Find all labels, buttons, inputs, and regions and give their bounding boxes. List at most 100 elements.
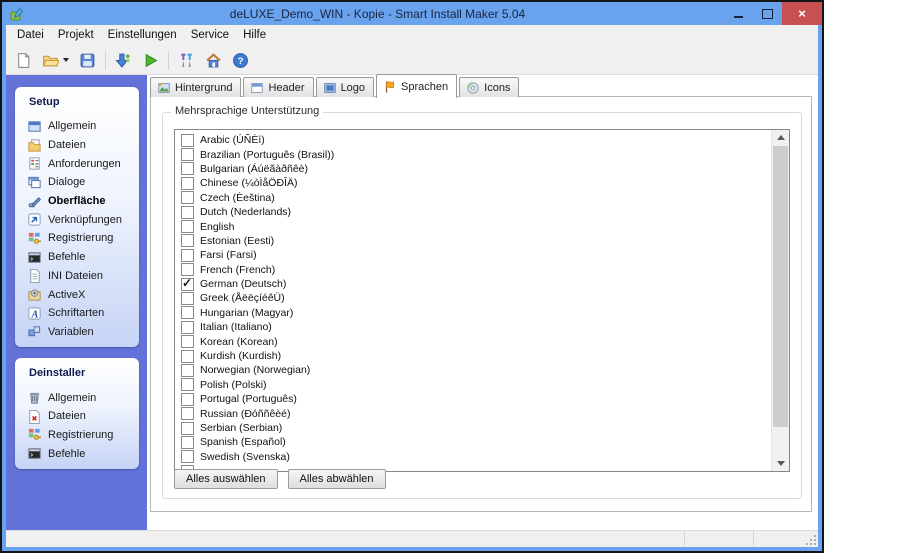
language-checkbox[interactable] xyxy=(181,306,194,320)
sidebar-item-befehle[interactable]: Befehle xyxy=(15,248,139,267)
resize-grip[interactable] xyxy=(806,535,816,545)
sidebar-item-registrierung[interactable]: Registrierung xyxy=(15,229,139,248)
language-row[interactable]: Chinese (¼òÌåÖÐÎÄ) xyxy=(179,176,789,190)
language-row[interactable]: Serbian (Serbian) xyxy=(179,421,789,435)
language-row[interactable]: Arabic (ÚÑÈì) xyxy=(179,133,789,147)
language-row[interactable]: Dutch (Nederlands) xyxy=(179,205,789,219)
language-row[interactable]: Polish (Polski) xyxy=(179,378,789,392)
sidebar-item-activex[interactable]: ActiveX xyxy=(15,285,139,304)
tab-hintergrund[interactable]: Hintergrund xyxy=(150,77,242,97)
vertical-scrollbar[interactable] xyxy=(771,130,789,471)
language-row[interactable]: Brazilian (Português (Brasil)) xyxy=(179,147,789,162)
maximize-button[interactable] xyxy=(753,2,782,25)
sidebar-item-verkn-pfungen[interactable]: Verknüpfungen xyxy=(15,210,139,229)
language-row[interactable]: Portugal (Português) xyxy=(179,392,789,406)
language-checkbox[interactable] xyxy=(181,291,194,305)
title-bar[interactable]: deLUXE_Demo_WIN - Kopie - Smart Install … xyxy=(2,2,822,25)
language-checkbox[interactable] xyxy=(181,450,194,464)
scrollbar-thumb[interactable] xyxy=(773,146,788,427)
language-checkbox[interactable] xyxy=(181,191,194,205)
language-checkbox[interactable] xyxy=(181,392,194,406)
toolbar-separator xyxy=(105,50,106,70)
language-checkbox[interactable] xyxy=(181,276,194,291)
language-checkbox[interactable] xyxy=(181,148,194,162)
tab-header[interactable]: Header xyxy=(243,77,314,97)
new-project-button[interactable] xyxy=(11,49,36,72)
sidebar-item-oberfl-che[interactable]: Oberfläche xyxy=(15,192,139,211)
run-button[interactable] xyxy=(138,49,163,72)
language-checkbox[interactable] xyxy=(181,176,194,190)
language-row[interactable]: German (Deutsch) xyxy=(179,276,789,291)
language-row[interactable]: Hungarian (Magyar) xyxy=(179,306,789,320)
language-row[interactable]: Swedish (Svenska) xyxy=(179,450,789,464)
language-checkbox[interactable] xyxy=(181,234,194,248)
tab-icons[interactable]: Icons xyxy=(459,77,520,97)
language-checkbox[interactable] xyxy=(181,435,194,449)
language-checkbox[interactable] xyxy=(181,407,194,421)
language-checkbox[interactable] xyxy=(181,248,194,262)
language-checkbox[interactable] xyxy=(181,162,194,176)
menu-item-service[interactable]: Service xyxy=(184,26,236,44)
sidebar-item-schriftarten[interactable]: A Schriftarten xyxy=(15,304,139,323)
sidebar-item-ini-dateien[interactable]: INI Dateien xyxy=(15,267,139,286)
tab-logo[interactable]: Logo xyxy=(315,77,375,97)
sidebar-item-label: Registrierung xyxy=(48,232,114,245)
language-label: Estonian (Eesti) xyxy=(200,234,275,247)
language-checkbox[interactable] xyxy=(181,205,194,219)
sidebar-item-variablen[interactable]: Variablen xyxy=(15,323,139,342)
language-row[interactable]: Korean (Korean) xyxy=(179,334,789,349)
sidebar-item-allgemein[interactable]: Allgemein xyxy=(15,117,139,136)
sidebar-item-dateien[interactable]: Dateien xyxy=(15,407,139,426)
deselect-all-button[interactable]: Alles abwählen xyxy=(287,469,386,489)
language-checkbox[interactable] xyxy=(181,263,194,277)
language-checkbox[interactable] xyxy=(181,349,194,363)
sidebar-item-registrierung[interactable]: Registrierung xyxy=(15,426,139,445)
menu-item-hilfe[interactable]: Hilfe xyxy=(236,26,273,44)
menu-item-datei[interactable]: Datei xyxy=(10,26,51,44)
language-row[interactable]: Kurdish (Kurdish) xyxy=(179,349,789,363)
sidebar-item-dialoge[interactable]: Dialoge xyxy=(15,173,139,192)
language-checkbox[interactable] xyxy=(181,220,194,234)
compile-button[interactable] xyxy=(111,49,136,72)
language-checkbox[interactable] xyxy=(181,133,194,147)
language-checkbox[interactable] xyxy=(181,320,194,334)
language-row[interactable]: French (French) xyxy=(179,263,789,277)
language-row[interactable]: Estonian (Eesti) xyxy=(179,234,789,248)
language-listbox[interactable]: Arabic (ÚÑÈì) Brazilian (Português (Brasi… xyxy=(174,129,790,472)
select-all-button[interactable]: Alles auswählen xyxy=(174,469,278,489)
sidebar-item-befehle[interactable]: Befehle xyxy=(15,444,139,463)
language-row[interactable]: Russian (Ðóññêèé) xyxy=(179,406,789,421)
save-project-button[interactable] xyxy=(75,49,100,72)
language-row[interactable]: Farsi (Farsi) xyxy=(179,248,789,262)
language-row[interactable]: Spanish (Español) xyxy=(179,435,789,449)
sidebar-item-dateien[interactable]: Dateien xyxy=(15,136,139,155)
tab-label: Logo xyxy=(340,81,366,94)
language-row[interactable]: Italian (Italiano) xyxy=(179,320,789,334)
minimize-button[interactable] xyxy=(724,2,753,25)
language-row[interactable]: Czech (Èeština) xyxy=(179,191,789,205)
dropdown-arrow-icon[interactable] xyxy=(63,58,69,62)
run-icon xyxy=(142,52,159,69)
language-row[interactable]: English xyxy=(179,219,789,234)
uninstall-files-icon xyxy=(27,409,42,424)
language-row[interactable]: Bulgarian (Áúëãàðñêè) xyxy=(179,162,789,176)
close-button[interactable]: × xyxy=(782,2,822,25)
menu-item-projekt[interactable]: Projekt xyxy=(51,26,101,44)
scroll-up-icon[interactable] xyxy=(772,130,789,145)
sidebar-item-anforderungen[interactable]: Anforderungen xyxy=(15,154,139,173)
home-button[interactable] xyxy=(201,49,226,72)
menu-item-einstellungen[interactable]: Einstellungen xyxy=(101,26,184,44)
header-tab-icon xyxy=(250,81,264,95)
help-button[interactable]: ? xyxy=(228,49,253,72)
language-row[interactable]: Greek (ÅëëçíéêÜ) xyxy=(179,291,789,305)
scroll-down-icon[interactable] xyxy=(772,456,789,471)
sidebar-item-allgemein[interactable]: Allgemein xyxy=(15,388,139,407)
language-checkbox[interactable] xyxy=(181,363,194,377)
tab-sprachen[interactable]: Sprachen xyxy=(376,74,458,98)
language-checkbox[interactable] xyxy=(181,378,194,392)
tools-button[interactable] xyxy=(174,49,199,72)
language-checkbox[interactable] xyxy=(181,421,194,435)
language-row[interactable]: Norwegian (Norwegian) xyxy=(179,363,789,377)
open-project-button[interactable] xyxy=(38,49,73,72)
language-checkbox[interactable] xyxy=(181,335,194,349)
